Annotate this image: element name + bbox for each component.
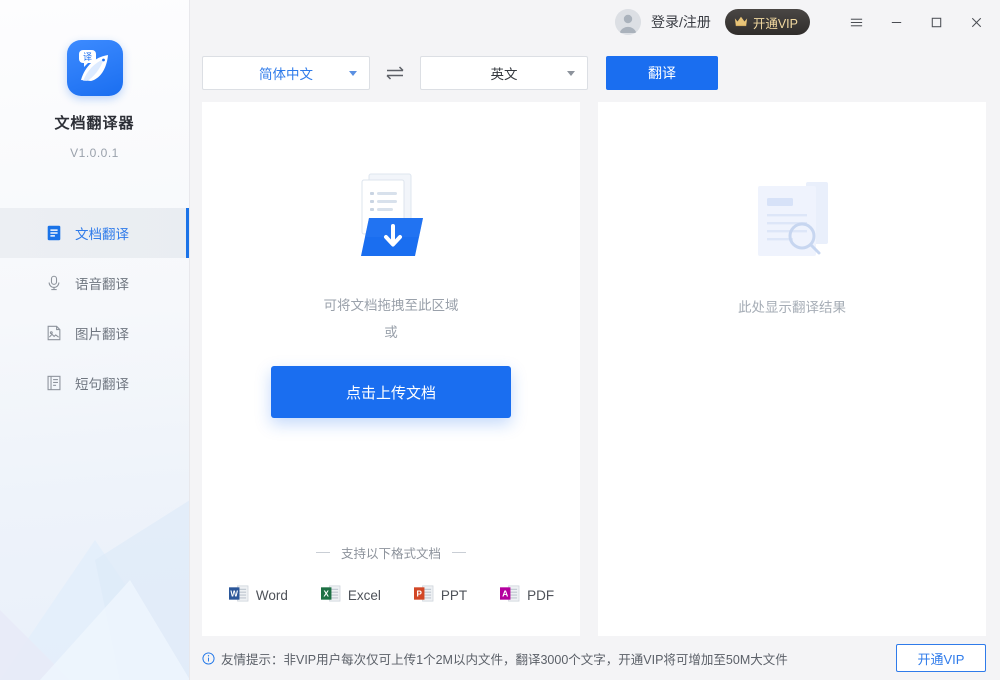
supported-formats-label: 支持以下格式文档 [341, 543, 441, 562]
supported-formats-title: 支持以下格式文档 [202, 543, 580, 562]
sidebar-item-label: 语音翻译 [75, 273, 129, 293]
translate-button[interactable]: 翻译 [606, 56, 718, 90]
ppt-icon: P [413, 584, 434, 606]
brand-name: 文档翻译器 [0, 112, 189, 133]
tip-text: 友情提示：非VIP用户每次仅可上传1个2M以内文件，翻译3000个文字，开通VI… [221, 649, 788, 668]
footer-open-vip-label: 开通VIP [918, 649, 965, 668]
format-list: W Word [202, 584, 580, 606]
format-label: Word [256, 588, 288, 603]
info-circle-icon [202, 652, 215, 665]
drop-hint: 可将文档拖拽至此区域 或 [324, 292, 459, 346]
hamburger-menu-icon[interactable] [836, 2, 876, 42]
svg-text:译: 译 [82, 52, 91, 63]
pdf-icon: A [499, 584, 520, 606]
sidebar-item-document-translate[interactable]: 文档翻译 [0, 208, 189, 258]
divider-right [452, 552, 466, 553]
tip-message: 友情提示：非VIP用户每次仅可上传1个2M以内文件，翻译3000个文字，开通VI… [202, 649, 788, 668]
app-window: 译 文档翻译器 V1.0.0.1 文档翻译 [0, 0, 1000, 680]
app-logo-icon: 译 [67, 40, 123, 96]
swap-arrows-icon[interactable] [370, 65, 420, 81]
drop-hint-line2: 或 [324, 319, 459, 346]
app-version: V1.0.0.1 [0, 146, 189, 160]
format-label: Excel [348, 588, 381, 603]
target-language-label: 英文 [491, 63, 518, 83]
upload-document-button[interactable]: 点击上传文档 [271, 366, 511, 418]
svg-text:X: X [323, 590, 329, 599]
minimize-icon[interactable] [876, 2, 916, 42]
upload-document-label: 点击上传文档 [346, 382, 436, 403]
login-register-button[interactable]: 登录/注册 [615, 9, 711, 35]
document-icon [44, 223, 64, 243]
sidebar-nav: 文档翻译 语音翻译 [0, 208, 189, 408]
chevron-down-icon [567, 71, 575, 76]
result-placeholder-icon [750, 176, 834, 268]
drop-hint-line1: 可将文档拖拽至此区域 [324, 292, 459, 319]
sidebar-item-label: 图片翻译 [75, 323, 129, 343]
divider-left [316, 552, 330, 553]
result-placeholder-text: 此处显示翻译结果 [738, 296, 846, 316]
text-lines-icon [44, 373, 64, 393]
sidebar-item-label: 文档翻译 [75, 223, 129, 243]
format-item-excel: X Excel [320, 584, 381, 606]
image-icon [44, 323, 64, 343]
title-bar: 登录/注册 开通VIP [190, 0, 1000, 44]
sidebar-item-sentence-translate[interactable]: 短句翻译 [0, 358, 189, 408]
format-item-word: W Word [228, 584, 288, 606]
footer-open-vip-button[interactable]: 开通VIP [896, 644, 986, 672]
chevron-down-icon [349, 71, 357, 76]
main-area: 登录/注册 开通VIP [190, 0, 1000, 680]
close-icon[interactable] [956, 2, 996, 42]
result-panel: 此处显示翻译结果 [598, 102, 986, 636]
open-vip-label: 开通VIP [753, 13, 798, 32]
svg-text:A: A [502, 589, 508, 599]
open-vip-button[interactable]: 开通VIP [725, 9, 810, 35]
sidebar-item-label: 短句翻译 [75, 373, 129, 393]
excel-icon: X [320, 584, 341, 606]
target-language-select[interactable]: 英文 [420, 56, 588, 90]
login-register-label: 登录/注册 [651, 12, 711, 32]
language-toolbar: 简体中文 英文 翻译 [190, 44, 1000, 102]
footer-bar: 友情提示：非VIP用户每次仅可上传1个2M以内文件，翻译3000个文字，开通VI… [190, 636, 1000, 680]
supported-formats: 支持以下格式文档 [202, 543, 580, 606]
content-panels: 可将文档拖拽至此区域 或 点击上传文档 支持以下格式文档 [190, 102, 1000, 636]
avatar [615, 9, 641, 35]
source-language-label: 简体中文 [259, 63, 313, 83]
sidebar-decoration [0, 380, 190, 680]
crown-icon [734, 15, 748, 30]
maximize-icon[interactable] [916, 2, 956, 42]
format-item-ppt: P PPT [413, 584, 467, 606]
brand-block: 译 文档翻译器 V1.0.0.1 [0, 0, 189, 160]
translate-button-label: 翻译 [648, 63, 676, 83]
source-language-select[interactable]: 简体中文 [202, 56, 370, 90]
word-icon: W [228, 584, 249, 606]
sidebar: 译 文档翻译器 V1.0.0.1 文档翻译 [0, 0, 190, 680]
sidebar-item-image-translate[interactable]: 图片翻译 [0, 308, 189, 358]
sidebar-item-voice-translate[interactable]: 语音翻译 [0, 258, 189, 308]
format-item-pdf: A PDF [499, 584, 554, 606]
format-label: PPT [441, 588, 467, 603]
microphone-icon [44, 273, 64, 293]
upload-panel[interactable]: 可将文档拖拽至此区域 或 点击上传文档 支持以下格式文档 [202, 102, 580, 636]
svg-text:P: P [416, 590, 422, 599]
format-label: PDF [527, 588, 554, 603]
upload-illustration-icon [341, 170, 441, 270]
svg-text:W: W [230, 590, 238, 599]
